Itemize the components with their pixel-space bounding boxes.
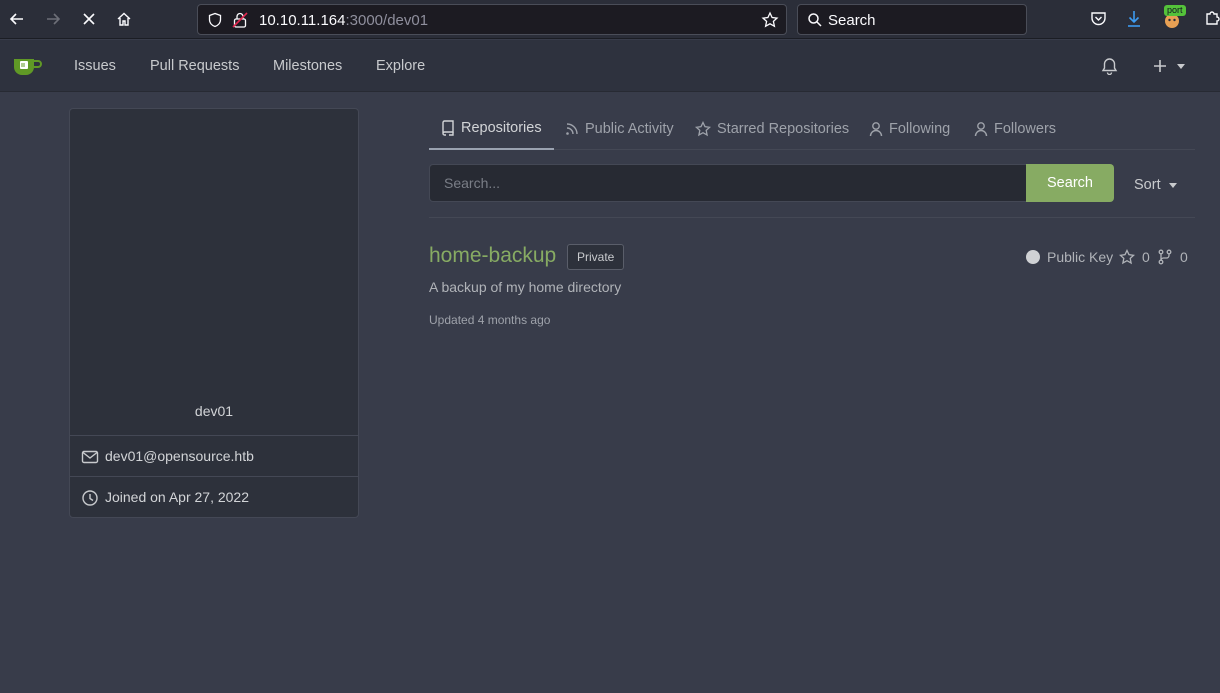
repo-language-label: Public Key — [1047, 249, 1114, 265]
repo-search-button[interactable]: Search — [1026, 164, 1114, 202]
profile-joined: Joined on Apr 27, 2022 — [105, 489, 250, 505]
repo-stars[interactable]: 0 — [1119, 249, 1150, 265]
home-button[interactable] — [112, 7, 136, 31]
person-icon — [974, 122, 988, 137]
home-icon — [117, 12, 131, 26]
profile-email[interactable]: dev01@opensource.htb — [105, 448, 254, 464]
insecure-lock-icon[interactable] — [232, 11, 248, 29]
bell-icon[interactable] — [1101, 57, 1118, 75]
repo-updated: Updated 4 months ago — [429, 313, 551, 327]
gitea-logo-icon[interactable] — [12, 55, 44, 77]
extension-puzzle-icon[interactable] — [1203, 10, 1220, 28]
download-icon[interactable] — [1126, 10, 1142, 28]
back-button[interactable] — [5, 7, 29, 31]
sort-label: Sort — [1134, 177, 1161, 193]
divider — [429, 217, 1195, 218]
rss-icon — [566, 123, 578, 135]
plus-icon — [1154, 60, 1166, 72]
repo-forks-count: 0 — [1180, 249, 1188, 265]
nav-issues[interactable]: Issues — [74, 58, 116, 74]
tab-followers-label: Followers — [994, 121, 1057, 137]
nav-pull-requests[interactable]: Pull Requests — [150, 58, 239, 74]
repo-description: A backup of my home directory — [429, 279, 622, 295]
repo-icon — [442, 120, 454, 136]
browser-search-placeholder: Search — [828, 12, 876, 29]
clock-icon — [82, 490, 98, 506]
top-navigation: Issues Pull Requests Milestones Explore — [0, 40, 1220, 92]
search-icon — [808, 13, 822, 27]
shield-icon[interactable] — [207, 12, 223, 28]
address-bar[interactable]: 10.10.11.164:3000/dev01 — [197, 4, 787, 35]
create-new-button[interactable] — [1153, 57, 1189, 75]
repo-name-link[interactable]: home-backup — [429, 244, 556, 268]
extension-button[interactable]: port — [1162, 5, 1186, 29]
forward-button[interactable] — [41, 7, 65, 31]
tab-public-activity[interactable]: Public Activity — [565, 108, 674, 150]
profile-tabs: Repositories Public Activity Starred Rep… — [429, 108, 1195, 150]
fork-icon — [1158, 249, 1172, 265]
profile-card: dev01 dev01@opensource.htb Joined on Apr… — [69, 108, 359, 518]
stop-loading-button[interactable] — [77, 7, 101, 31]
tab-starred-label: Starred Repositories — [717, 121, 850, 137]
repo-language: Public Key — [1026, 249, 1113, 265]
url-host: 10.10.11.164 — [259, 12, 346, 29]
tab-public-activity-label: Public Activity — [585, 121, 674, 137]
profile-username: dev01 — [194, 403, 234, 419]
tab-starred-repositories[interactable]: Starred Repositories — [695, 108, 849, 150]
tab-following-label: Following — [889, 121, 951, 137]
star-icon — [1119, 249, 1135, 265]
forward-arrow-icon — [47, 13, 61, 25]
bookmark-star-icon[interactable] — [761, 11, 779, 29]
tab-following[interactable]: Following — [869, 108, 950, 150]
private-badge: Private — [567, 244, 625, 270]
caret-down-icon — [1168, 182, 1177, 188]
url-path: :3000/dev01 — [345, 12, 429, 29]
sort-dropdown[interactable]: Sort — [1134, 177, 1177, 193]
url-text: 10.10.11.164:3000/dev01 — [259, 12, 428, 29]
language-color-dot — [1026, 250, 1040, 264]
repo-forks[interactable]: 0 — [1158, 249, 1188, 265]
repo-stars-count: 0 — [1142, 249, 1150, 265]
pocket-icon[interactable] — [1090, 11, 1107, 27]
tab-followers[interactable]: Followers — [974, 108, 1056, 150]
tab-repositories-label: Repositories — [461, 120, 542, 136]
browser-toolbar: 10.10.11.164:3000/dev01 Search port — [0, 0, 1220, 39]
person-icon — [869, 122, 883, 137]
star-icon — [695, 121, 711, 137]
back-arrow-icon — [9, 13, 23, 25]
close-icon — [83, 13, 95, 25]
profile-joined-row: Joined on Apr 27, 2022 — [70, 476, 358, 517]
browser-search-bar[interactable]: Search — [797, 4, 1027, 35]
avatar — [70, 109, 358, 389]
tab-repositories[interactable]: Repositories — [429, 108, 554, 150]
nav-milestones[interactable]: Milestones — [273, 58, 342, 74]
extension-badge: port — [1164, 5, 1186, 16]
profile-email-row: dev01@opensource.htb — [70, 435, 358, 476]
nav-explore[interactable]: Explore — [376, 58, 425, 74]
caret-down-icon — [1177, 64, 1185, 69]
mail-icon — [81, 450, 99, 464]
repo-search-input[interactable] — [429, 164, 1027, 202]
